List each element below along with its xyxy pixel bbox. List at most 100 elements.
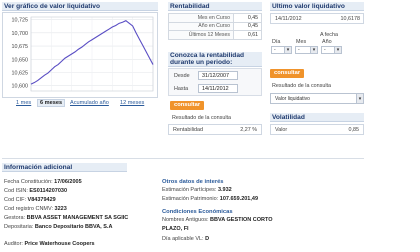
rentabilidad-title: Rentabilidad	[168, 2, 262, 11]
a-fecha-label: A fecha	[320, 32, 338, 38]
rent-result-label: Resultado de la consulta	[172, 115, 232, 121]
y-tick-label: 10,625	[12, 71, 29, 77]
consulta-rent-title-line1: Conozca la rentabilidad	[170, 52, 245, 59]
rent-result-value: 2,27 %	[240, 127, 257, 133]
info-key: Gestora:	[4, 215, 26, 221]
ultimo-valor-date: 14/11/2012	[275, 16, 302, 22]
chevron-down-icon: ▾	[334, 47, 341, 53]
info-key: Nombres Antiguos:	[162, 217, 209, 223]
info-value: BBVA GESTION CORTO	[210, 217, 273, 223]
info-row: Cod CIF: V84379429	[4, 196, 56, 204]
info-key: Auditor:	[4, 241, 23, 247]
section-divider	[2, 158, 364, 159]
ultimo-valor-value: 10,6178	[340, 16, 361, 22]
rentabilidad-table: Mes en Curso 0,45 Año en Curso 0,45 Últi…	[168, 13, 262, 40]
ultimo-valor-row: 14/11/2012 10,6178	[270, 13, 364, 24]
rent-result-row: Rentabilidad 2,27 %	[168, 124, 262, 135]
consultar-valor-button[interactable]: consultar	[270, 69, 305, 78]
info-row: Nombres Antiguos: BBVA GESTION CORTO	[162, 216, 273, 224]
chevron-down-icon: ▾	[356, 94, 363, 103]
info-value: BBVA ASSET MANAGEMENT SA SGIIC	[26, 215, 129, 221]
mes-select[interactable]: - ▾	[295, 46, 318, 54]
consultar-rentabilidad-button[interactable]: consultar	[170, 101, 205, 110]
condiciones-economicas-title: Condiciones Económicas	[162, 209, 233, 215]
volatilidad-name: Valor	[275, 127, 288, 133]
info-row: Estimación Partícipes: 3.932	[162, 186, 232, 194]
rent-value: 0,45	[233, 13, 262, 23]
volatilidad-value: 0,85	[348, 127, 360, 133]
info-row: Fecha Constitución: 17/06/2005	[4, 178, 82, 186]
info-key: Estimación Patrimonio:	[162, 196, 219, 202]
info-key: Cod ISIN:	[4, 188, 28, 194]
table-row: Mes en Curso 0,45	[168, 13, 262, 23]
info-row: PLAZO, FI	[162, 225, 189, 233]
valor-result-select-value: Valor liquidativo	[275, 96, 310, 102]
desde-input[interactable]: 31/12/2007	[198, 71, 238, 80]
info-row: Depositaria: Banco Depositario BBVA, S.A	[4, 223, 112, 231]
hasta-input[interactable]: 14/11/2012	[198, 84, 238, 93]
mes-select-value: -	[298, 47, 300, 53]
rent-value: 0,61	[233, 30, 262, 40]
dia-select[interactable]: - ▾	[271, 46, 292, 54]
tab-1-mes[interactable]: 1 mes	[16, 100, 31, 106]
consulta-rent-title-line2: durante un periodo:	[170, 59, 233, 66]
y-tick-label: 10,700	[12, 31, 29, 37]
volatilidad-row: Valor 0,85	[270, 124, 364, 135]
volatilidad-title: Volatilidad	[270, 113, 364, 122]
info-row: Cod ISIN: ES0114207030	[4, 187, 67, 195]
chevron-down-icon: ▾	[284, 47, 291, 53]
chart-panel-title: Ver gráfico de valor liquidativo	[2, 2, 158, 11]
rent-label: Últimos 12 Meses	[168, 30, 234, 40]
info-value: Price Waterhouse Coopers	[24, 241, 95, 247]
otros-datos-title: Otros datos de interés	[162, 179, 224, 185]
info-value: 107.659.201,49	[219, 196, 259, 202]
info-value: ES0114207030	[29, 188, 67, 194]
info-key: Cod registro CNMV:	[4, 206, 54, 212]
chart-canvas: 10,725 10,700 10,675 10,650 10,625 10,600	[12, 16, 154, 92]
y-tick-label: 10,725	[12, 18, 29, 24]
consulta-rent-title: Conozca la rentabilidad durante un perio…	[168, 52, 262, 67]
table-row: Últimos 12 Meses 0,61	[168, 30, 262, 40]
info-row: Cod registro CNMV: 3223	[4, 205, 67, 213]
info-value: V84379429	[27, 197, 56, 203]
valor-result-label: Resultado de la consulta	[272, 83, 332, 89]
info-adicional-title: Información adicional	[2, 163, 127, 172]
info-key: Depositaria:	[4, 224, 34, 230]
ultimo-valor-title: Ultimo valor liquidativo	[270, 2, 364, 11]
tab-acumulado-anio[interactable]: Acumulado año	[70, 100, 109, 106]
info-value: 3.932	[217, 187, 232, 193]
info-value: Banco Depositario BBVA, S.A	[34, 224, 113, 230]
y-tick-label: 10,650	[12, 57, 29, 63]
info-key: Cod CIF:	[4, 197, 27, 203]
info-value: D	[205, 236, 210, 242]
dia-label: Día	[272, 39, 281, 45]
table-row: Año en Curso 0,45	[168, 21, 262, 32]
anio-select-value: -	[324, 47, 326, 53]
tab-12-meses[interactable]: 12 meses	[120, 100, 144, 106]
y-tick-label: 10,675	[12, 44, 29, 50]
dia-select-value: -	[274, 47, 276, 53]
y-tick-label: 10,600	[12, 84, 29, 90]
info-key: Estimación Partícipes:	[162, 187, 217, 193]
info-row: Auditor: Price Waterhouse Coopers	[4, 240, 95, 248]
info-row: Estimación Patrimonio: 107.659.201,49	[162, 195, 258, 203]
mes-label: Mes	[296, 39, 307, 45]
anio-label: Año	[322, 39, 332, 45]
info-key: Día aplicable VL:	[162, 236, 204, 242]
info-key: Fecha Constitución:	[4, 179, 53, 185]
tab-6-meses[interactable]: 6 meses	[37, 99, 66, 107]
anio-select[interactable]: - ▾	[321, 46, 342, 54]
info-row: Día aplicable VL: D	[162, 235, 209, 243]
nav-line-chart: 10,725 10,700 10,675 10,650 10,625 10,600	[2, 12, 158, 98]
rent-result-name: Rentabilidad	[173, 127, 203, 133]
hasta-label: Hasta	[174, 86, 189, 92]
rent-value: 0,45	[233, 21, 262, 32]
rent-label: Año en Curso	[168, 21, 234, 32]
valor-result-select[interactable]: Valor liquidativo ▾	[270, 93, 364, 104]
chevron-down-icon: ▾	[310, 47, 317, 53]
info-value: 3223	[54, 206, 67, 212]
info-value: PLAZO, FI	[162, 226, 189, 232]
rent-label: Mes en Curso	[168, 13, 234, 23]
info-row: Gestora: BBVA ASSET MANAGEMENT SA SGIIC	[4, 214, 128, 222]
info-value: 17/06/2005	[54, 179, 82, 185]
